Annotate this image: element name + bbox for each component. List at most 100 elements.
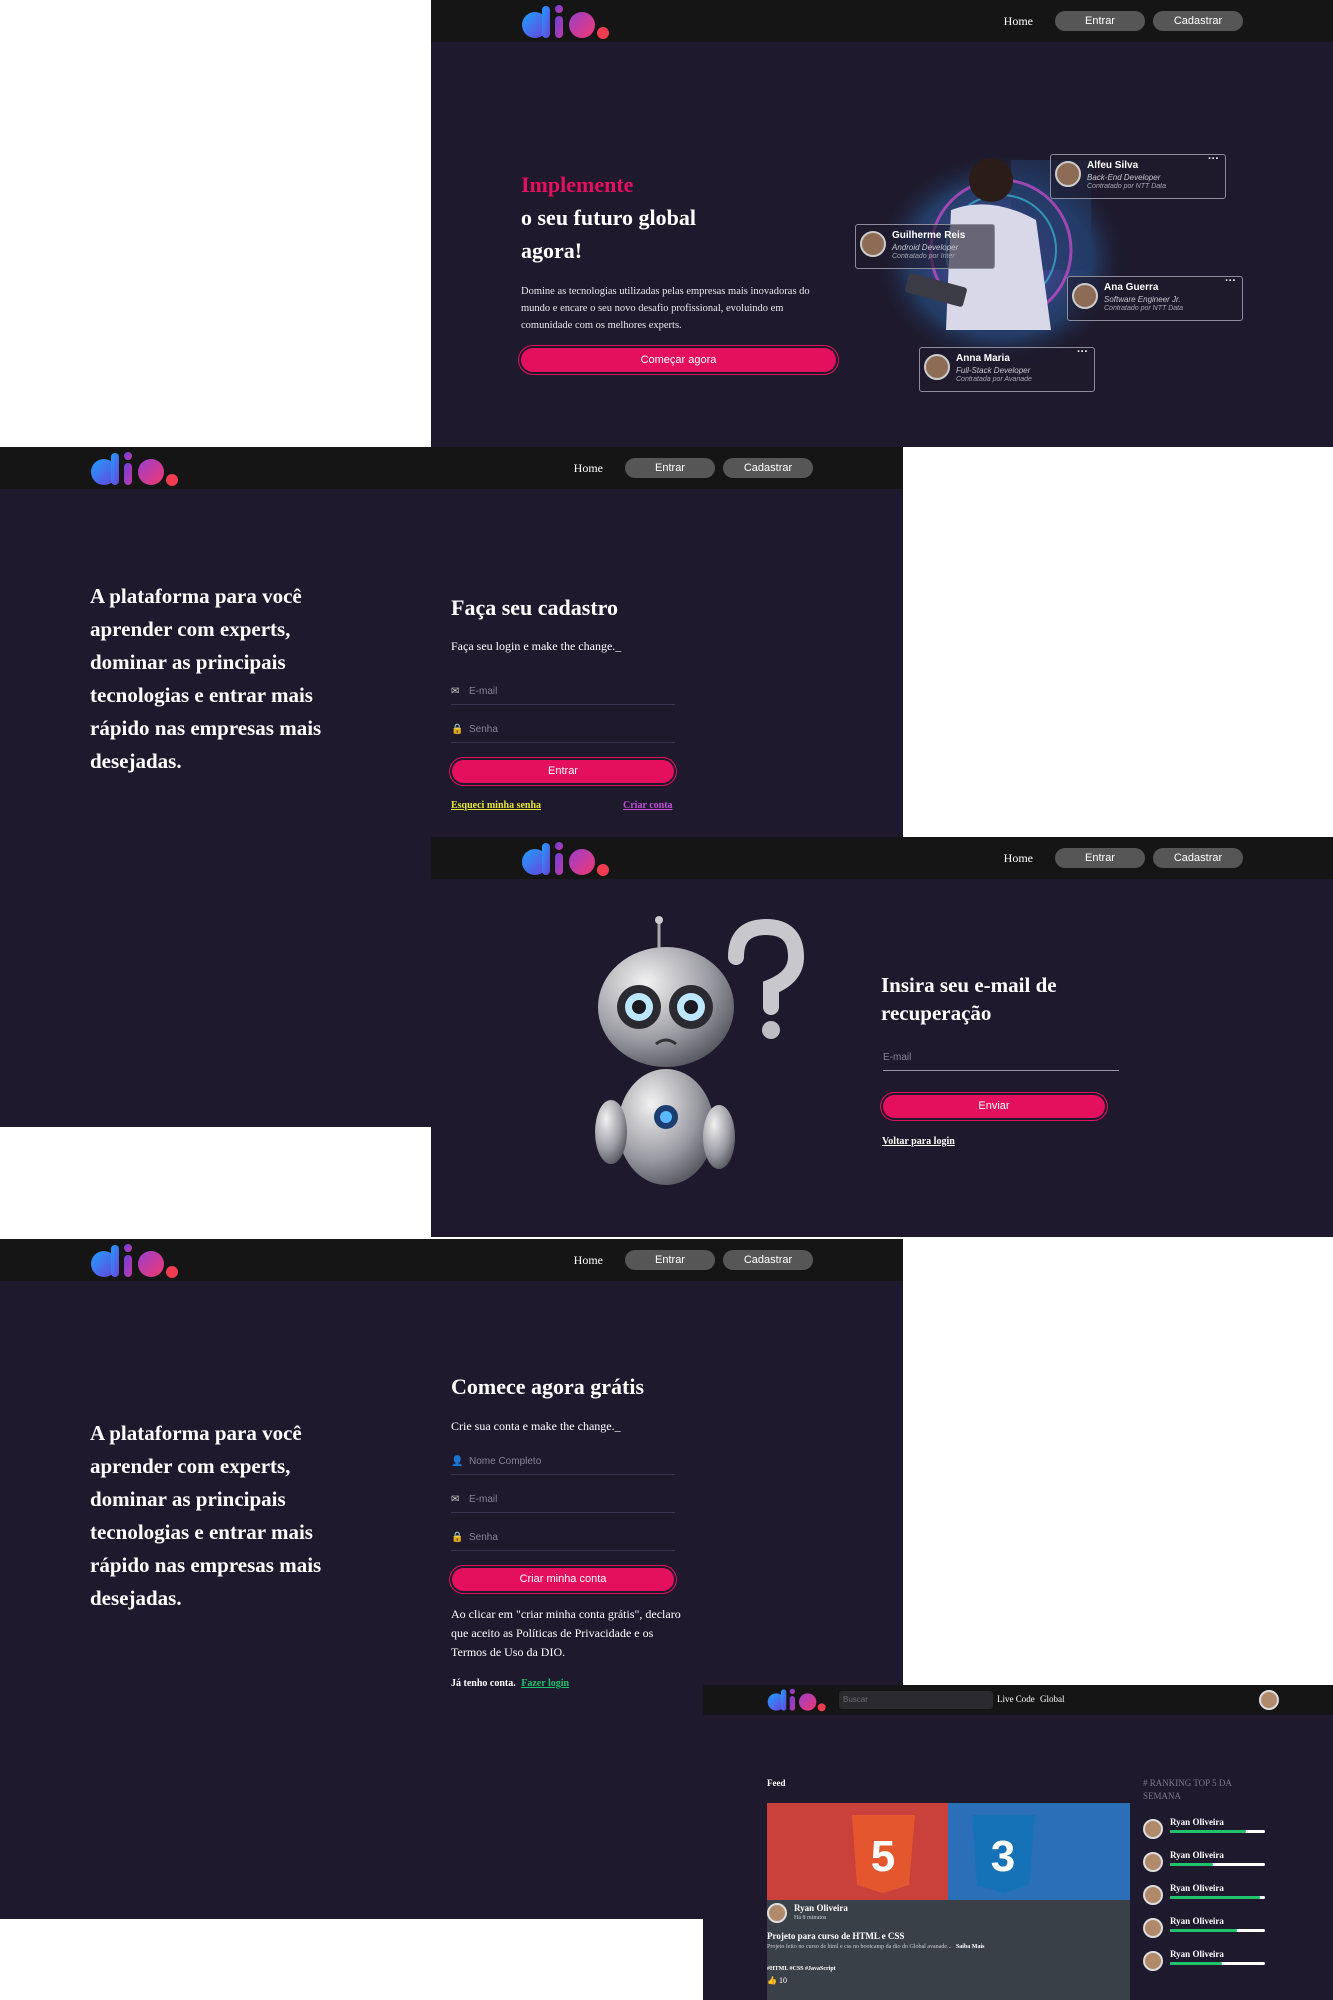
ranking-item[interactable]: Ryan Oliveira bbox=[1143, 1914, 1293, 1944]
ranking-title: # RANKING TOP 5 DA SEMANA bbox=[1143, 1778, 1232, 1801]
post-body: Projeto feito no curso de html e css no … bbox=[767, 1944, 952, 1950]
header: Home Entrar Cadastrar bbox=[431, 837, 1333, 879]
read-more-link[interactable]: Saiba Mais bbox=[956, 1944, 985, 1950]
forgot-password-link[interactable]: Esqueci minha senha bbox=[451, 800, 541, 811]
password-field[interactable]: 🔒 Senha bbox=[451, 1525, 675, 1551]
dio-logo[interactable] bbox=[521, 4, 617, 40]
ranking-item[interactable]: Ryan Oliveira bbox=[1143, 1947, 1293, 1977]
recovery-title-line1: Insira seu e-mail de bbox=[881, 973, 1057, 997]
post-banner: 5 3 bbox=[767, 1803, 1130, 1900]
dio-logo[interactable] bbox=[521, 841, 617, 877]
nav-signup-button[interactable]: Cadastrar bbox=[1153, 848, 1243, 868]
more-icon[interactable]: ··· bbox=[1225, 275, 1236, 287]
dio-logo[interactable] bbox=[90, 451, 186, 487]
user-avatar[interactable] bbox=[1259, 1690, 1279, 1710]
nav-signup-button[interactable]: Cadastrar bbox=[723, 458, 813, 478]
robot-illustration bbox=[595, 916, 805, 1185]
post-author: Ryan Oliveira bbox=[794, 1903, 848, 1913]
lock-icon: 🔒 bbox=[451, 724, 464, 735]
ranking-progress-fill bbox=[1170, 1830, 1246, 1833]
html5-icon: 5 bbox=[871, 1832, 895, 1881]
feed-title: Feed bbox=[767, 1778, 786, 1788]
email-field[interactable]: ✉ E-mail bbox=[451, 679, 675, 705]
ranking-progress-bar bbox=[1170, 1962, 1265, 1965]
back-to-login-link[interactable]: Voltar para login bbox=[882, 1136, 955, 1147]
ranking-progress-bar bbox=[1170, 1863, 1265, 1866]
avatar bbox=[1072, 283, 1098, 309]
ranking-name: Ryan Oliveira bbox=[1170, 1817, 1224, 1827]
header: Home Entrar Cadastrar bbox=[0, 1239, 903, 1281]
avatar bbox=[1143, 1918, 1163, 1938]
card-role: Software Engineer Jr. bbox=[1104, 295, 1181, 304]
post-body-row: Projeto feito no curso de html e css no … bbox=[767, 1944, 984, 1950]
nav: Home Entrar Cadastrar bbox=[1004, 837, 1243, 879]
hero-title-highlight: Implemente bbox=[521, 172, 634, 197]
start-now-button[interactable]: Começar agora bbox=[521, 348, 836, 372]
create-account-link[interactable]: Criar conta bbox=[623, 800, 673, 811]
nav-signup-button[interactable]: Cadastrar bbox=[1153, 11, 1243, 31]
recovery-title-line2: recuperação bbox=[881, 1001, 992, 1025]
nav-home-link[interactable]: Home bbox=[1004, 14, 1033, 29]
like-icon[interactable]: 👍 bbox=[767, 1976, 777, 1985]
card-name: Ana Guerra bbox=[1104, 282, 1159, 293]
avatar bbox=[1143, 1852, 1163, 1872]
header: Home Entrar Cadastrar bbox=[0, 447, 903, 489]
nav-login-button[interactable]: Entrar bbox=[625, 1250, 715, 1270]
search-input[interactable]: Buscar bbox=[839, 1691, 993, 1709]
menu-live-code[interactable]: Live Code bbox=[997, 1694, 1035, 1704]
have-account-row: Já tenho conta. Fazer login bbox=[451, 1678, 569, 1689]
have-account-text: Já tenho conta. bbox=[451, 1678, 516, 1689]
nav-home-link[interactable]: Home bbox=[574, 461, 603, 476]
name-field[interactable]: 👤 Nome Completo bbox=[451, 1449, 675, 1475]
more-icon[interactable]: ··· bbox=[1077, 346, 1088, 358]
create-account-button[interactable]: Criar minha conta bbox=[452, 1568, 674, 1591]
nav-home-link[interactable]: Home bbox=[574, 1253, 603, 1268]
nav-login-button[interactable]: Entrar bbox=[1055, 848, 1145, 868]
password-placeholder: Senha bbox=[469, 724, 498, 735]
nav-login-button[interactable]: Entrar bbox=[625, 458, 715, 478]
login-title: Faça seu cadastro bbox=[451, 595, 619, 620]
card-name: Anna Maria bbox=[956, 353, 1010, 364]
card-company: Contratado por NTT Data bbox=[1104, 305, 1183, 312]
dio-logo[interactable] bbox=[767, 1688, 831, 1712]
avatar bbox=[860, 231, 886, 257]
ranking-progress-fill bbox=[1170, 1962, 1223, 1965]
login-link[interactable]: Fazer login bbox=[521, 1678, 569, 1689]
ranking-item[interactable]: Ryan Oliveira bbox=[1143, 1815, 1293, 1845]
header: Home Entrar Cadastrar bbox=[431, 0, 1333, 42]
dio-logo[interactable] bbox=[90, 1243, 186, 1279]
post-title: Projeto para curso de HTML e CSS bbox=[767, 1931, 905, 1941]
card-name: Guilherme Reis bbox=[892, 230, 966, 241]
menu-global[interactable]: Global bbox=[1040, 1694, 1065, 1704]
password-field[interactable]: 🔒 Senha bbox=[451, 717, 675, 743]
recovery-screen: Home Entrar Cadastrar Insira seu e-mail … bbox=[431, 837, 1333, 1237]
like-row[interactable]: 👍 10 bbox=[767, 1976, 787, 1985]
post-tags: #HTML #CSS #JavaScript bbox=[767, 1966, 836, 1972]
ranking-progress-bar bbox=[1170, 1929, 1265, 1932]
ranking-progress-fill bbox=[1170, 1896, 1261, 1899]
ranking-item[interactable]: Ryan Oliveira bbox=[1143, 1848, 1293, 1878]
landing-screen: Home Entrar Cadastrar Implemente o seu f… bbox=[431, 0, 1333, 447]
nav: Home Entrar Cadastrar bbox=[574, 447, 813, 489]
ranking-name: Ryan Oliveira bbox=[1170, 1883, 1224, 1893]
nav-home-link[interactable]: Home bbox=[1004, 851, 1033, 866]
post-time: Há 8 minutos bbox=[794, 1915, 827, 1921]
avatar bbox=[767, 1903, 787, 1923]
login-submit-button[interactable]: Entrar bbox=[452, 760, 674, 783]
send-button[interactable]: Enviar bbox=[883, 1095, 1105, 1118]
email-placeholder: E-mail bbox=[883, 1052, 912, 1063]
testimonial-card: Guilherme Reis Android Developer Contrat… bbox=[855, 224, 995, 269]
recovery-email-field[interactable]: E-mail bbox=[883, 1045, 1119, 1071]
nav-login-button[interactable]: Entrar bbox=[1055, 11, 1145, 31]
ranking-item[interactable]: Ryan Oliveira bbox=[1143, 1881, 1293, 1911]
name-placeholder: Nome Completo bbox=[469, 1456, 542, 1467]
hero-description: Domine as tecnologias utilizadas pelas e… bbox=[521, 286, 810, 331]
card-company: Contratada por Avanade bbox=[956, 376, 1032, 383]
email-field[interactable]: ✉ E-mail bbox=[451, 1487, 675, 1513]
nav-signup-button[interactable]: Cadastrar bbox=[723, 1250, 813, 1270]
more-icon[interactable]: ··· bbox=[1208, 153, 1219, 165]
post-card[interactable]: 5 3 Ryan Oliveira Há 8 minutos Projeto p… bbox=[767, 1803, 1130, 2000]
nav: Home Entrar Cadastrar bbox=[1004, 0, 1243, 42]
signup-title: Comece agora grátis bbox=[451, 1374, 645, 1399]
envelope-icon: ✉ bbox=[451, 686, 460, 697]
